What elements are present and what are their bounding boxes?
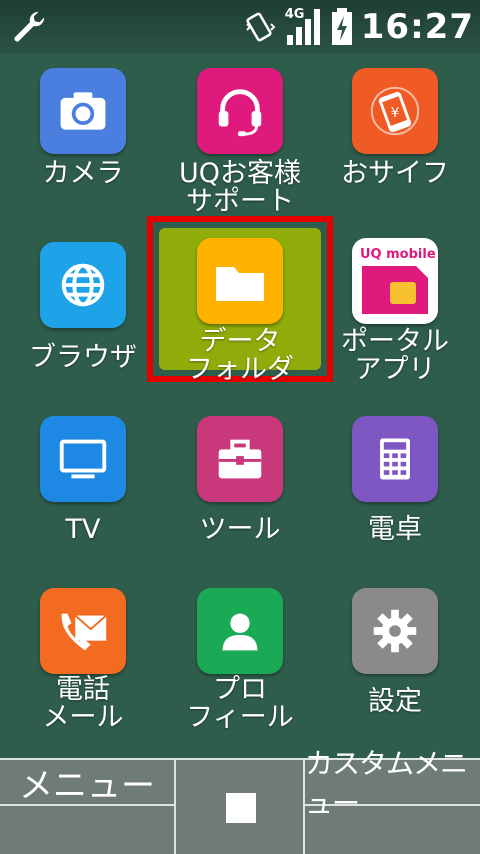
toolbox-icon	[197, 416, 283, 502]
menu-softkey[interactable]: メニュー	[0, 760, 174, 806]
wallet-phone-icon: ¥	[352, 68, 438, 154]
app-calculator[interactable]: 電卓	[320, 416, 470, 544]
profile-icon	[197, 588, 283, 674]
app-tools[interactable]: ツール	[165, 416, 315, 544]
app-label: おサイフ	[341, 158, 449, 189]
app-label: ポータル アプリ	[341, 326, 449, 385]
app-osaifu[interactable]: ¥ おサイフ	[320, 68, 470, 188]
app-label: データ フォルダ	[186, 326, 294, 385]
app-settings[interactable]: 設定	[320, 588, 470, 716]
app-label: ツール	[199, 514, 281, 545]
app-uq-support[interactable]: UQお客様 サポート	[165, 68, 315, 216]
status-icons: 4G 16:27	[243, 4, 474, 50]
app-label: カメラ	[42, 158, 124, 189]
app-phone-mail[interactable]: 電話 メール	[8, 588, 158, 732]
calculator-icon	[352, 416, 438, 502]
app-label: UQお客様 サポート	[178, 158, 301, 217]
app-tv[interactable]: TV	[8, 416, 158, 544]
tv-icon	[40, 416, 126, 502]
app-label: 電卓	[368, 514, 422, 545]
wrench-icon	[14, 11, 45, 42]
app-label: プロ フィール	[186, 674, 294, 733]
vibrate-icon	[246, 12, 276, 42]
camera-icon	[40, 68, 126, 154]
phone-mail-icon	[40, 588, 126, 674]
uq-mobile-sim-icon: UQ mobile	[352, 238, 438, 324]
battery-charging-icon	[331, 8, 352, 45]
gear-icon	[352, 588, 438, 674]
headset-icon	[197, 68, 283, 154]
status-bar: 4G 16:27	[0, 0, 480, 54]
globe-icon	[40, 242, 126, 328]
app-label: 電話 メール	[42, 674, 124, 733]
softkey-bar: メニュー カスタムメニュー	[0, 747, 480, 854]
uq-logo-text: UQ mobile	[360, 247, 436, 262]
center-softkey[interactable]	[176, 760, 305, 854]
app-camera[interactable]: カメラ	[8, 68, 158, 188]
app-data-folder[interactable]: データ フォルダ	[165, 238, 315, 384]
app-label: TV	[65, 514, 101, 545]
custom-menu-softkey[interactable]: カスタムメニュー	[305, 747, 480, 820]
status-clock: 16:27	[360, 7, 474, 47]
svg-text:¥: ¥	[391, 105, 400, 121]
folder-icon	[197, 238, 283, 324]
app-browser[interactable]: ブラウザ	[8, 242, 158, 372]
app-label: ブラウザ	[29, 342, 137, 373]
app-label: 設定	[368, 686, 422, 717]
app-portal[interactable]: UQ mobile ポータル アプリ	[320, 238, 470, 384]
signal-icon: 4G	[285, 7, 323, 47]
stop-square-icon	[225, 793, 256, 823]
app-profile[interactable]: プロ フィール	[165, 588, 315, 732]
